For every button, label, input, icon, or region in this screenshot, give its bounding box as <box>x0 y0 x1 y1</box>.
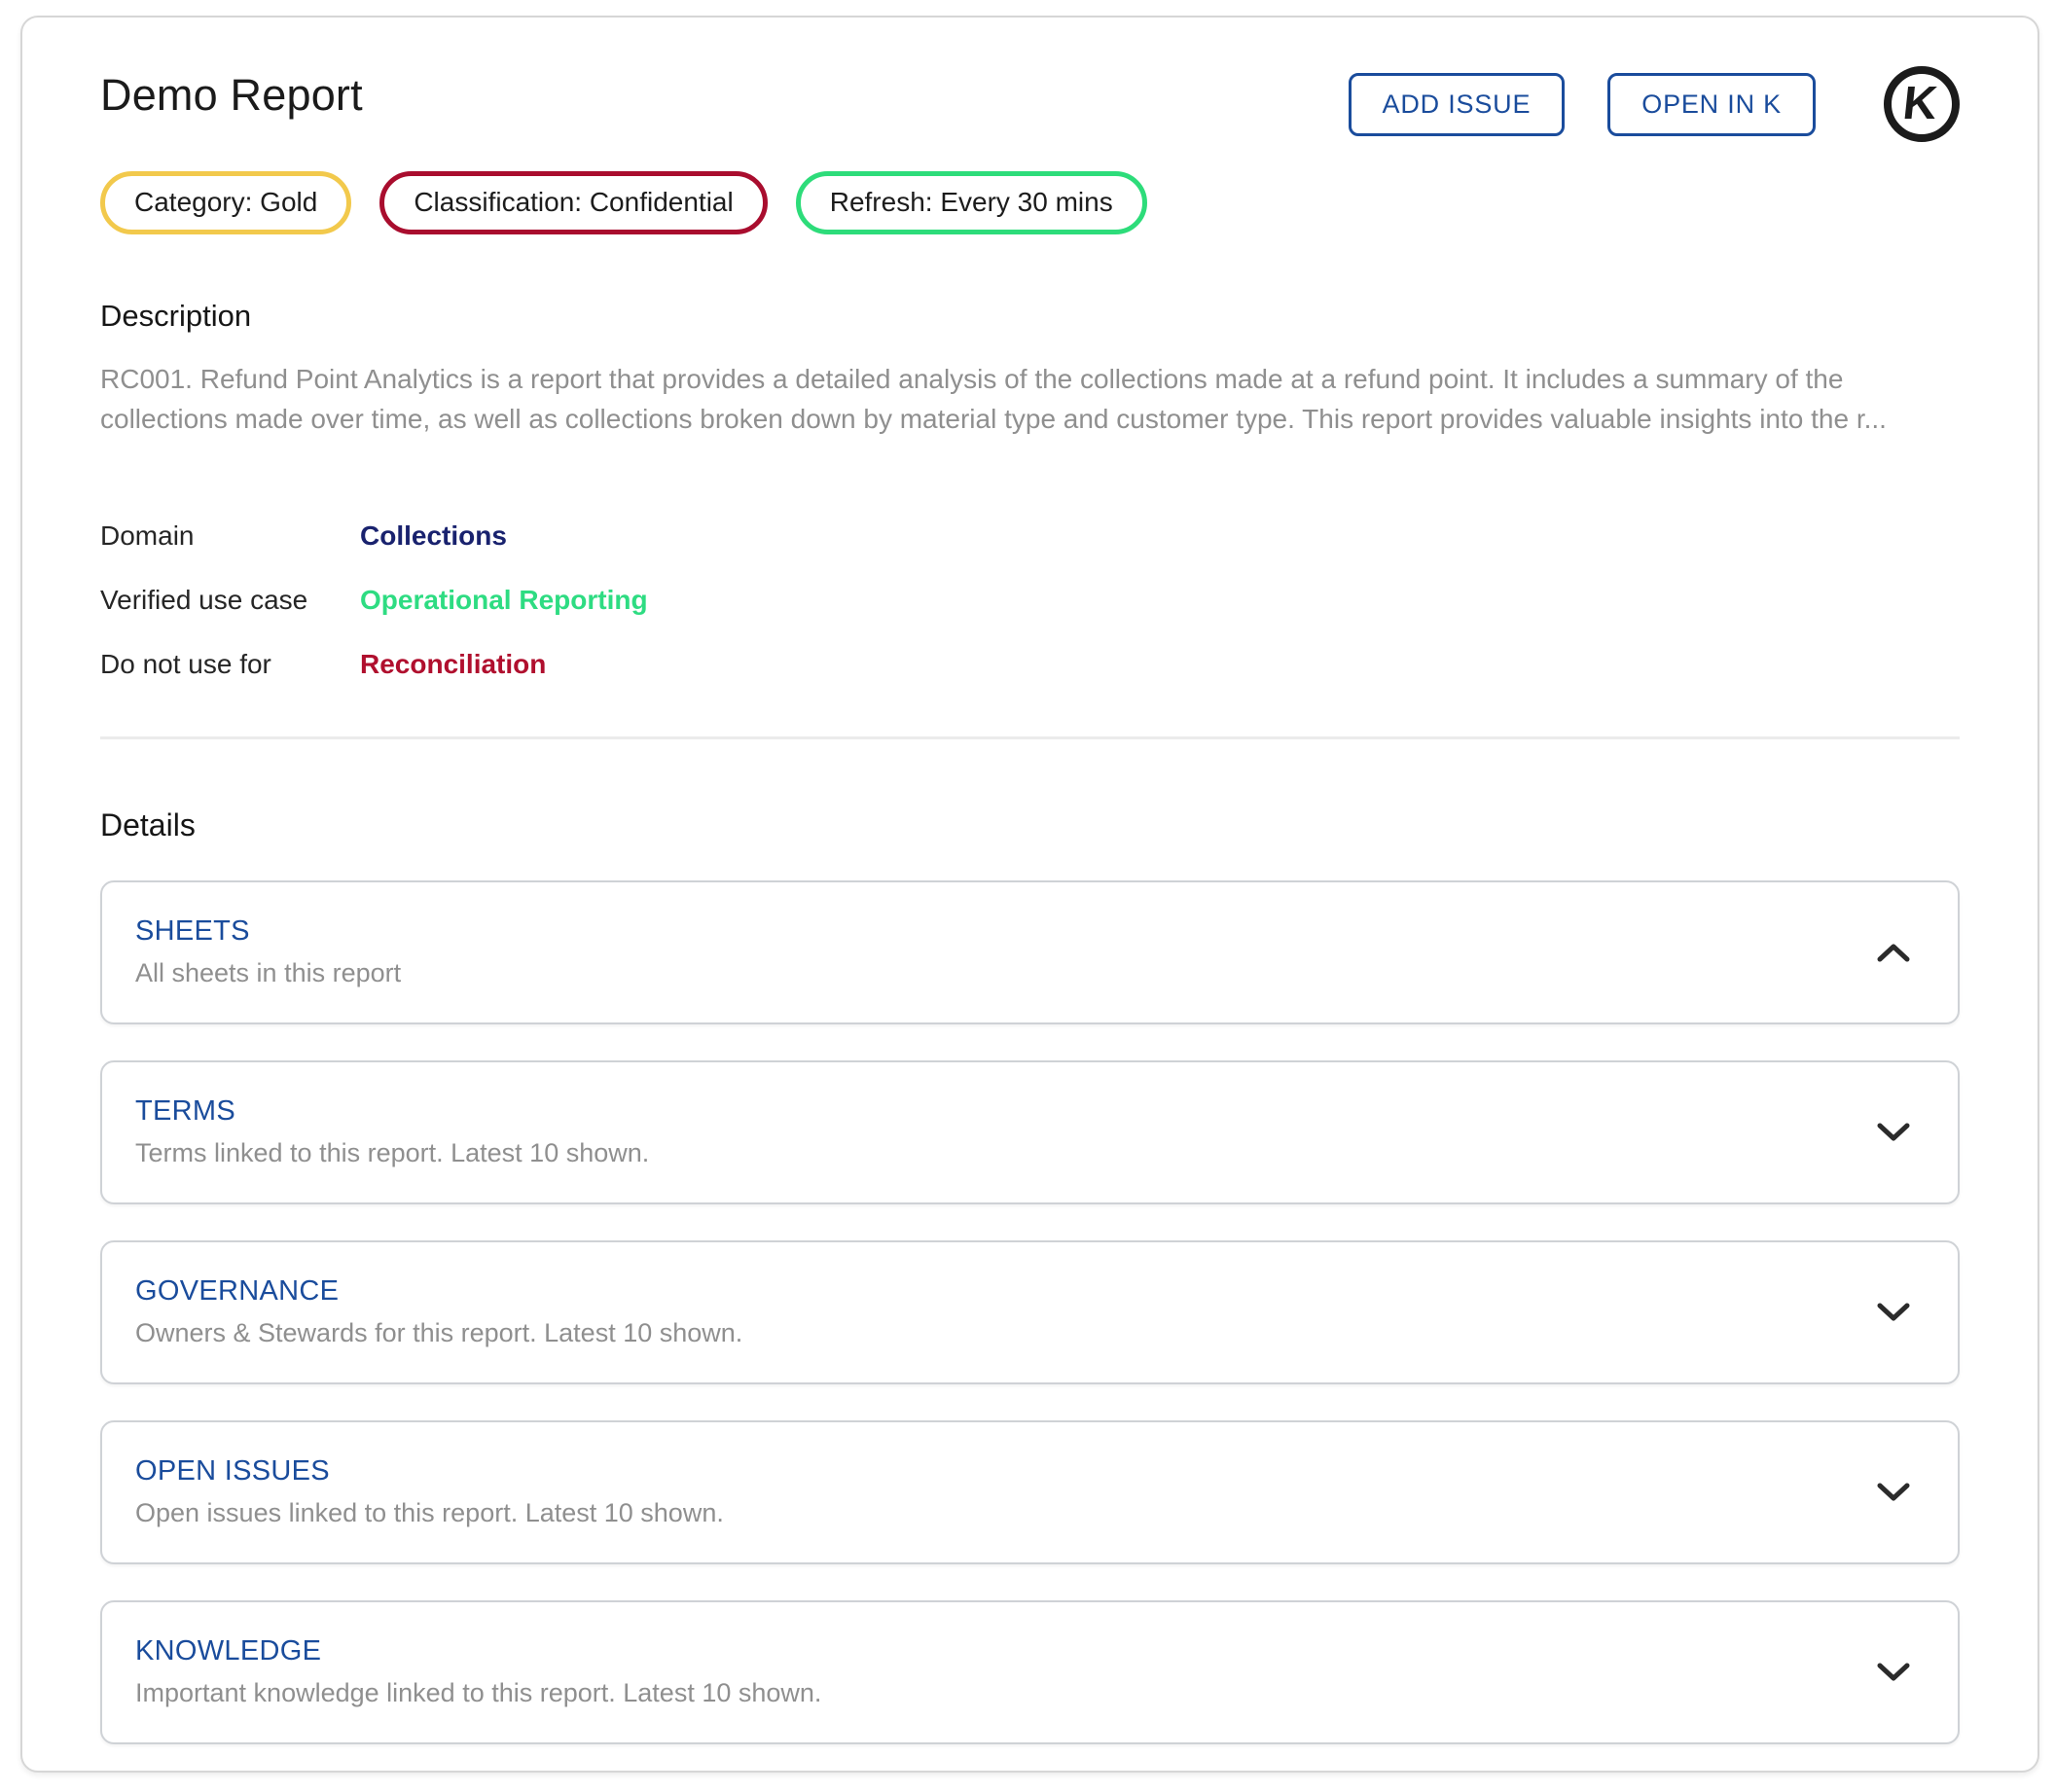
header-actions: ADD ISSUE OPEN IN K K <box>1349 66 1960 142</box>
report-detail-card: Demo Report ADD ISSUE OPEN IN K K Catego… <box>20 16 2039 1773</box>
attribute-table: Domain Collections Verified use case Ope… <box>100 520 1960 680</box>
open-issues-accordion-title: OPEN ISSUES <box>135 1455 724 1487</box>
refresh-badge: Refresh: Every 30 mins <box>796 171 1147 234</box>
chevron-up-icon[interactable] <box>1876 935 1911 970</box>
terms-accordion-title: TERMS <box>135 1095 649 1128</box>
accordion-text: OPEN ISSUES Open issues linked to this r… <box>135 1455 724 1528</box>
terms-accordion-subtitle: Terms linked to this report. Latest 10 s… <box>135 1138 649 1168</box>
accordion-text: KNOWLEDGE Important knowledge linked to … <box>135 1635 821 1708</box>
description-text: RC001. Refund Point Analytics is a repor… <box>100 359 1960 439</box>
attribute-row-verified-use-case: Verified use case Operational Reporting <box>100 585 1960 616</box>
open-issues-accordion-subtitle: Open issues linked to this report. Lates… <box>135 1498 724 1528</box>
governance-accordion-title: GOVERNANCE <box>135 1275 742 1308</box>
knowledge-accordion-title: KNOWLEDGE <box>135 1635 821 1667</box>
chevron-down-icon[interactable] <box>1876 1475 1911 1510</box>
attribute-row-domain: Domain Collections <box>100 520 1960 552</box>
attribute-label: Domain <box>100 520 360 552</box>
k-logo-icon: K <box>1884 66 1960 142</box>
governance-accordion-subtitle: Owners & Stewards for this report. Lates… <box>135 1318 742 1348</box>
sheets-accordion-subtitle: All sheets in this report <box>135 958 401 988</box>
open-issues-accordion[interactable]: OPEN ISSUES Open issues linked to this r… <box>100 1420 1960 1564</box>
attribute-label: Verified use case <box>100 585 360 616</box>
governance-accordion[interactable]: GOVERNANCE Owners & Stewards for this re… <box>100 1240 1960 1384</box>
badge-row: Category: Gold Classification: Confident… <box>100 171 1960 234</box>
header: Demo Report ADD ISSUE OPEN IN K K <box>100 58 1960 142</box>
chevron-down-icon[interactable] <box>1876 1295 1911 1330</box>
description-heading: Description <box>100 299 1960 334</box>
section-divider <box>100 736 1960 739</box>
page-title: Demo Report <box>100 70 363 121</box>
chevron-down-icon[interactable] <box>1876 1115 1911 1150</box>
category-badge: Category: Gold <box>100 171 351 234</box>
chevron-down-icon[interactable] <box>1876 1655 1911 1690</box>
accordion-text: SHEETS All sheets in this report <box>135 915 401 988</box>
sheets-accordion[interactable]: SHEETS All sheets in this report <box>100 880 1960 1024</box>
sheets-accordion-title: SHEETS <box>135 915 401 948</box>
accordion-text: GOVERNANCE Owners & Stewards for this re… <box>135 1275 742 1348</box>
attribute-label: Do not use for <box>100 649 360 680</box>
add-issue-button[interactable]: ADD ISSUE <box>1349 73 1566 136</box>
knowledge-accordion-subtitle: Important knowledge linked to this repor… <box>135 1678 821 1708</box>
terms-accordion[interactable]: TERMS Terms linked to this report. Lates… <box>100 1060 1960 1204</box>
knowledge-accordion[interactable]: KNOWLEDGE Important knowledge linked to … <box>100 1600 1960 1744</box>
attribute-row-do-not-use-for: Do not use for Reconciliation <box>100 649 1960 680</box>
attribute-value-do-not-use-for: Reconciliation <box>360 649 546 680</box>
accordion-text: TERMS Terms linked to this report. Lates… <box>135 1095 649 1168</box>
details-accordion-list: SHEETS All sheets in this report TERMS T… <box>100 880 1960 1744</box>
attribute-value-verified-use-case: Operational Reporting <box>360 585 648 616</box>
classification-badge: Classification: Confidential <box>379 171 767 234</box>
attribute-value-domain: Collections <box>360 520 507 552</box>
details-heading: Details <box>100 807 1960 843</box>
open-in-k-button[interactable]: OPEN IN K <box>1607 73 1816 136</box>
k-logo-letter: K <box>1900 81 1939 127</box>
